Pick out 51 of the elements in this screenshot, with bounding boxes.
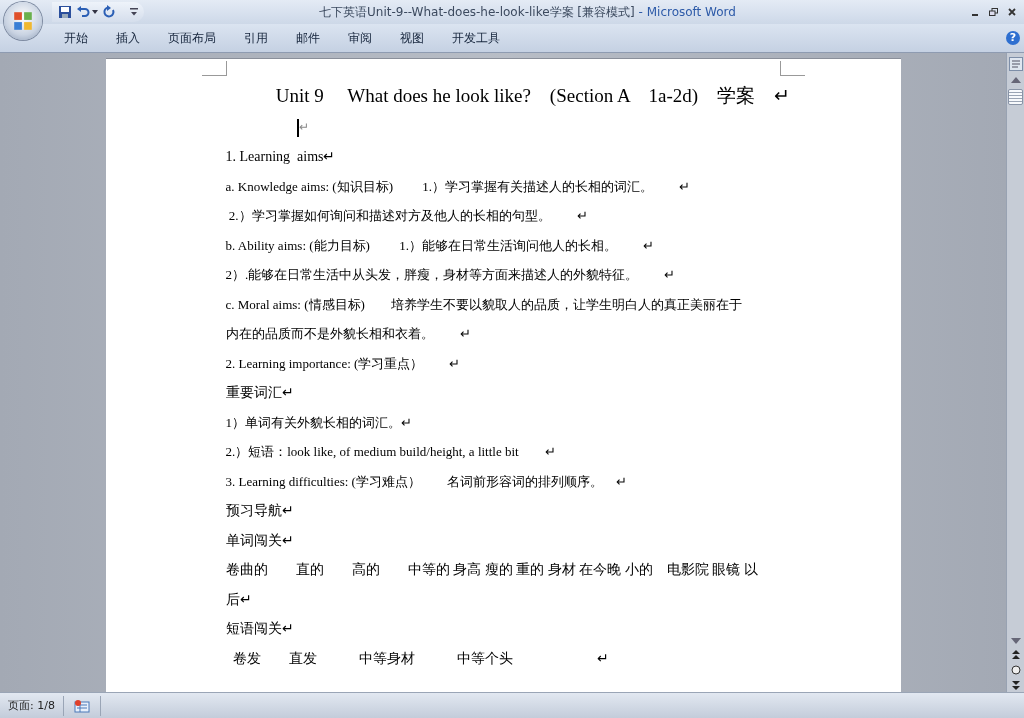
ribbon-tab[interactable]: 页面布局 <box>154 24 230 52</box>
caret-icon[interactable] <box>92 10 98 14</box>
document-line: 3. Learning difficulties: (学习难点） 名词前形容词的排列顺序。 ↵ <box>225 473 627 489</box>
browse-object-icon[interactable] <box>1010 665 1021 675</box>
ruler-toggle-icon[interactable] <box>1008 57 1023 71</box>
document-line: 2）.能够在日常生活中从头发，胖瘦，身材等方面来描述人的外貌特征。 ↵ <box>225 267 676 282</box>
document-line: 卷曲的 直的 高的 中等的 身高 瘦的 重的 身材 在今晚 小的 电影院 眼镜 以 <box>225 562 758 577</box>
ribbon-tab[interactable]: 视图 <box>386 24 438 52</box>
document-line: 1）单词有关外貌长相的词汇。↵ <box>225 414 412 430</box>
document-line: 短语闯关↵ <box>225 621 294 636</box>
ribbon-tab[interactable]: 邮件 <box>282 24 334 52</box>
document-line: 预习导航↵ <box>225 503 294 518</box>
window-title: 七下英语Unit-9--What-does-he-look-like学案 [兼容模式] - Microsoft Word <box>318 3 737 21</box>
ribbon-tab[interactable]: 开发工具 <box>438 24 514 52</box>
ribbon-tab[interactable]: 开始 <box>50 24 102 52</box>
document-line: 2.）短语：look like, of medium build/height, a little bit ↵ <box>225 444 556 459</box>
ribbon-tab[interactable]: 审阅 <box>334 24 386 52</box>
document-heading: Unit 9 What does he look like? (Section A 1a-2d) 学案 ↵ <box>275 85 791 106</box>
restore-icon[interactable] <box>989 8 998 16</box>
document-line: 单词闯关↵ <box>225 532 294 548</box>
document-line: b. Ability aims: (能力目标) 1.）能够在日常生活询问他人的长相。 ↵ <box>225 237 654 253</box>
close-icon[interactable] <box>1008 8 1016 16</box>
scroll-down-icon[interactable] <box>1010 638 1021 644</box>
document-line: a. Knowledge aims: (知识目标) 1.）学习掌握有关描述人的长相的词汇。 ↵ <box>225 178 691 194</box>
undo-icon[interactable] <box>76 5 90 19</box>
office-button[interactable] <box>4 2 42 40</box>
ribbon-tab[interactable]: 插入 <box>102 24 154 52</box>
next-page-icon[interactable] <box>1011 681 1020 690</box>
document-line: 重要词汇↵ <box>225 385 294 400</box>
document-line: 2.）学习掌握如何询问和描述对方及他人的长相的句型。 ↵ <box>227 208 588 223</box>
document-line: 2. Learning importance: (学习重点） ↵ <box>225 355 461 371</box>
document-line: 1. Learning aims↵ <box>225 149 336 164</box>
help-button[interactable]: ? <box>1006 31 1020 45</box>
crop-mark <box>779 61 805 76</box>
crop-mark <box>201 61 227 76</box>
document-line: 内在的品质而不是外貌长相和衣着。 ↵ <box>225 326 471 341</box>
scroll-up-icon[interactable] <box>1010 77 1021 83</box>
page-count[interactable]: 页面: 1/8 <box>0 698 63 713</box>
document-line: 卷发 直发 中等身材 中等个头 ↵ <box>231 650 609 666</box>
macro-record-icon[interactable] <box>73 698 90 713</box>
office-logo-icon <box>12 10 34 32</box>
paragraph-mark: ↵ <box>298 118 309 136</box>
customize-icon[interactable] <box>130 8 138 16</box>
document-line: 后↵ <box>225 591 252 607</box>
scrollbar-thumb[interactable] <box>1008 89 1023 105</box>
save-icon[interactable] <box>58 5 72 19</box>
previous-page-icon[interactable] <box>1011 650 1020 659</box>
document-line: c. Moral aims: (情感目标) 培养学生不要以貌取人的品质，让学生明白人的真正美丽在于 <box>225 296 742 312</box>
ribbon-tab[interactable]: 引用 <box>230 24 282 52</box>
text-cursor <box>296 118 299 137</box>
redo-icon[interactable] <box>102 5 116 19</box>
